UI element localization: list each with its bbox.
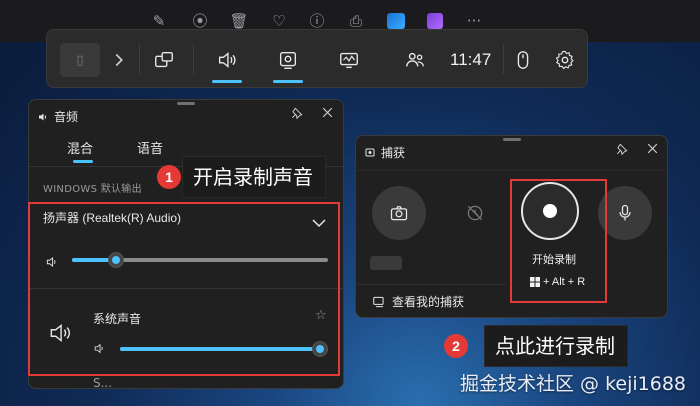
tab-active-indicator xyxy=(73,160,93,163)
close-icon[interactable] xyxy=(317,106,337,126)
highlight-box xyxy=(28,202,340,376)
app-icon[interactable] xyxy=(427,13,443,29)
watermark: 掘金技术社区 @ keji1688 xyxy=(459,373,686,395)
capture-icon xyxy=(279,51,297,69)
pin-icon[interactable] xyxy=(612,142,632,162)
view-captures-text: 查看我的捕获 xyxy=(392,295,465,309)
performance-icon xyxy=(340,52,358,68)
mouse-button[interactable] xyxy=(508,30,538,89)
panel-title-text: 捕获 xyxy=(381,146,406,160)
audio-widget-button[interactable] xyxy=(205,30,249,89)
settings-button[interactable] xyxy=(549,30,581,89)
pin-icon[interactable] xyxy=(287,106,307,126)
highlight-box xyxy=(510,179,607,303)
active-indicator xyxy=(212,80,242,83)
performance-widget-button[interactable] xyxy=(327,30,371,89)
history-icon xyxy=(467,205,483,221)
close-icon[interactable] xyxy=(642,142,662,162)
capture-widget-button[interactable] xyxy=(266,30,310,89)
social-widget-button[interactable] xyxy=(393,30,437,89)
divider xyxy=(356,284,506,285)
gallery-icon xyxy=(373,296,384,307)
step-badge: 2 xyxy=(444,334,468,358)
callout-click-record: 点此进行录制 xyxy=(484,325,628,367)
divider xyxy=(503,44,504,74)
onedrive-icon[interactable] xyxy=(387,13,405,29)
speaker-icon xyxy=(39,113,47,120)
camera-icon xyxy=(390,206,408,221)
screenshot-button[interactable] xyxy=(372,186,426,240)
section-label: WINDOWS 默认输出 xyxy=(43,184,142,195)
view-captures-link[interactable]: 查看我的捕获 xyxy=(372,293,464,310)
chevron-right-icon[interactable] xyxy=(107,30,131,89)
capture-icon xyxy=(365,148,375,156)
active-indicator xyxy=(273,80,303,83)
divider xyxy=(139,44,140,74)
next-app-name: S... xyxy=(93,376,113,389)
record-last-30s-button[interactable] xyxy=(448,186,502,240)
widgets-icon xyxy=(155,51,173,67)
drag-handle[interactable] xyxy=(177,102,195,105)
microphone-icon xyxy=(619,204,631,221)
people-icon xyxy=(406,52,424,66)
gear-icon xyxy=(555,50,574,69)
tab-voice[interactable]: 语音 xyxy=(137,138,163,157)
divider xyxy=(193,44,194,74)
tab-mix[interactable]: 混合 xyxy=(67,138,93,157)
capture-panel-title: 捕获 xyxy=(364,144,405,161)
panel-title-text: 音频 xyxy=(54,110,79,124)
speaker-icon xyxy=(218,51,236,68)
clock: 11:47 xyxy=(450,50,492,69)
divider xyxy=(356,170,667,171)
audio-panel-title: 音频 xyxy=(37,108,78,125)
game-bar-thumbnail[interactable]: ▯ xyxy=(60,43,100,77)
widget-menu-button[interactable] xyxy=(143,30,185,89)
drag-handle[interactable] xyxy=(502,138,521,141)
mouse-icon xyxy=(517,50,529,69)
game-bar: ▯ 11:47 xyxy=(46,29,588,88)
callout-enable-audio: 开启录制声音 xyxy=(182,156,326,198)
step-badge: 1 xyxy=(157,165,181,189)
recent-capture-thumbnail[interactable] xyxy=(370,256,402,270)
